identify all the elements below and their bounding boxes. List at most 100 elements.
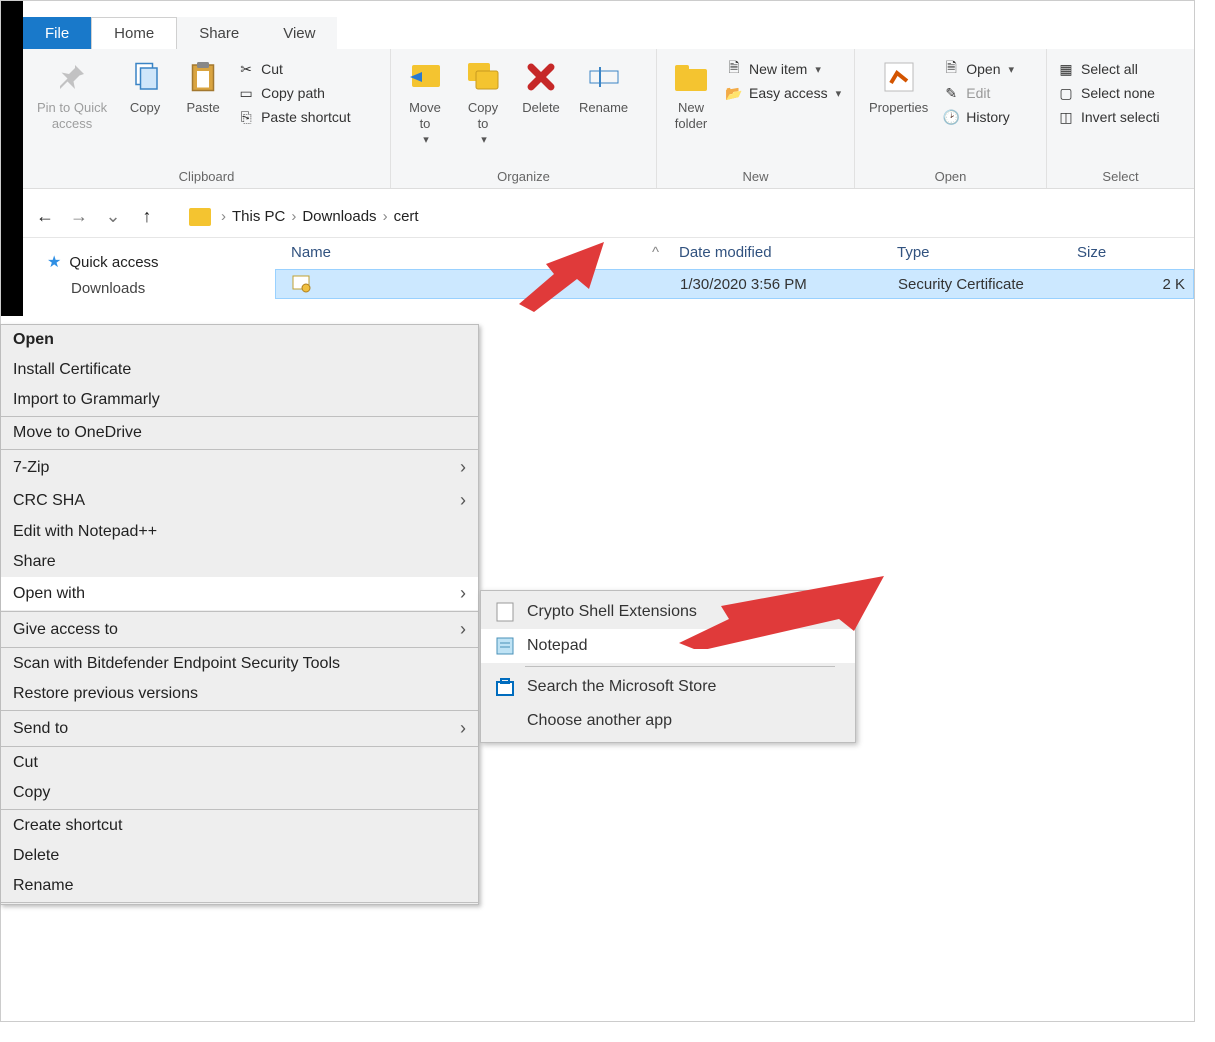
sub-notepad[interactable]: Notepad: [481, 629, 855, 663]
ctx-import-grammarly[interactable]: Import to Grammarly: [1, 385, 478, 415]
star-icon: ★: [47, 252, 61, 272]
certificate-icon: [292, 274, 312, 294]
open-icon: 🗎: [942, 60, 960, 78]
file-icon: [495, 602, 515, 622]
sub-crypto-shell[interactable]: Crypto Shell Extensions: [481, 595, 855, 629]
ctx-restore-versions[interactable]: Restore previous versions: [1, 679, 478, 709]
ribbon: Pin to Quick access Copy Paste ✂Cut: [23, 49, 1194, 189]
ctx-7zip[interactable]: 7-Zip›: [1, 451, 478, 484]
ctx-copy[interactable]: Copy: [1, 778, 478, 808]
chevron-right-icon: ›: [460, 718, 466, 739]
ctx-open[interactable]: Open: [1, 325, 478, 355]
ctx-delete[interactable]: Delete: [1, 841, 478, 871]
nav-up-button[interactable]: ↑: [135, 205, 159, 229]
ctx-install-certificate[interactable]: Install Certificate: [1, 355, 478, 385]
file-type: Security Certificate: [898, 276, 1078, 293]
ctx-share[interactable]: Share: [1, 547, 478, 577]
col-date[interactable]: Date modified: [679, 244, 897, 261]
new-folder-icon: [671, 57, 711, 97]
file-size: 2 K: [1078, 276, 1193, 293]
notepad-icon: [495, 636, 515, 656]
left-dark-strip: [1, 1, 23, 316]
col-type[interactable]: Type: [897, 244, 1077, 261]
group-label-open: Open: [863, 169, 1038, 184]
copy-to-icon: [463, 57, 503, 97]
copy-button[interactable]: Copy: [119, 55, 171, 118]
delete-icon: [521, 57, 561, 97]
ctx-cut[interactable]: Cut: [1, 748, 478, 778]
paste-shortcut-button[interactable]: ⎘Paste shortcut: [235, 107, 353, 127]
paste-button[interactable]: Paste: [177, 55, 229, 118]
sub-choose-another[interactable]: Choose another app: [481, 704, 855, 738]
move-to-icon: [405, 57, 445, 97]
ctx-move-onedrive[interactable]: Move to OneDrive: [1, 418, 478, 448]
ctx-send-to[interactable]: Send to›: [1, 712, 478, 745]
ctx-edit-notepadpp[interactable]: Edit with Notepad++: [1, 517, 478, 547]
invert-icon: ◫: [1057, 108, 1075, 126]
ribbon-tabs: File Home Share View: [23, 17, 337, 49]
ctx-give-access-to[interactable]: Give access to›: [1, 613, 478, 646]
select-none-icon: ▢: [1057, 84, 1075, 102]
select-none-button[interactable]: ▢Select none: [1055, 83, 1162, 103]
history-button[interactable]: 🕑History: [940, 107, 1016, 127]
open-button[interactable]: 🗎Open: [940, 59, 1016, 79]
pin-quick-access-button[interactable]: Pin to Quick access: [31, 55, 113, 133]
nav-forward-button[interactable]: →: [67, 205, 91, 229]
tab-share[interactable]: Share: [177, 17, 261, 49]
tab-file[interactable]: File: [23, 17, 91, 49]
new-folder-button[interactable]: New folder: [665, 55, 717, 133]
nav-quick-access[interactable]: ★Quick access: [27, 248, 271, 276]
new-item-icon: 🗎: [725, 60, 743, 78]
properties-icon: [879, 57, 919, 97]
ctx-open-with[interactable]: Open with›: [1, 577, 478, 610]
copy-icon: [125, 57, 165, 97]
breadcrumb[interactable]: › This PC › Downloads › cert: [221, 208, 419, 225]
edit-button[interactable]: ✎Edit: [940, 83, 1016, 103]
chevron-right-icon: ›: [460, 490, 466, 511]
sub-microsoft-store[interactable]: Search the Microsoft Store: [481, 670, 855, 704]
nav-recent-button[interactable]: ⌄: [101, 205, 125, 229]
col-size[interactable]: Size: [1077, 244, 1194, 261]
nav-back-button[interactable]: ←: [33, 205, 57, 229]
folder-icon: [189, 208, 211, 226]
column-headers: Name^ Date modified Type Size: [275, 238, 1194, 269]
pin-icon: [52, 57, 92, 97]
crumb-this-pc[interactable]: This PC: [232, 208, 285, 225]
paste-icon: [183, 57, 223, 97]
chevron-right-icon: ›: [460, 619, 466, 640]
rename-button[interactable]: Rename: [573, 55, 634, 118]
new-item-button[interactable]: 🗎New item: [723, 59, 843, 79]
ctx-create-shortcut[interactable]: Create shortcut: [1, 811, 478, 841]
easy-access-button[interactable]: 📂Easy access: [723, 83, 843, 103]
crumb-cert[interactable]: cert: [394, 208, 419, 225]
store-icon: [495, 677, 515, 697]
crumb-downloads[interactable]: Downloads: [302, 208, 376, 225]
file-row[interactable]: 1/30/2020 3:56 PM Security Certificate 2…: [275, 269, 1194, 299]
copy-to-button[interactable]: Copy to: [457, 55, 509, 149]
group-label-new: New: [665, 169, 846, 184]
copy-path-button[interactable]: ▭Copy path: [235, 83, 353, 103]
move-to-button[interactable]: Move to: [399, 55, 451, 149]
file-date: 1/30/2020 3:56 PM: [680, 276, 898, 293]
delete-button[interactable]: Delete: [515, 55, 567, 118]
nav-downloads[interactable]: Downloads: [27, 276, 271, 301]
tab-home[interactable]: Home: [91, 17, 177, 49]
invert-selection-button[interactable]: ◫Invert selecti: [1055, 107, 1162, 127]
cut-button[interactable]: ✂Cut: [235, 59, 353, 79]
chevron-right-icon: ›: [460, 457, 466, 478]
scissors-icon: ✂: [237, 60, 255, 78]
context-menu: Open Install Certificate Import to Gramm…: [0, 324, 479, 905]
chevron-right-icon: ›: [460, 583, 466, 604]
path-icon: ▭: [237, 84, 255, 102]
shortcut-icon: ⎘: [237, 108, 255, 126]
select-all-icon: ▦: [1057, 60, 1075, 78]
ctx-crc-sha[interactable]: CRC SHA›: [1, 484, 478, 517]
select-all-button[interactable]: ▦Select all: [1055, 59, 1162, 79]
ctx-rename[interactable]: Rename: [1, 871, 478, 901]
properties-button[interactable]: Properties: [863, 55, 934, 118]
history-icon: 🕑: [942, 108, 960, 126]
ctx-scan-bitdefender[interactable]: Scan with Bitdefender Endpoint Security …: [1, 649, 478, 679]
group-label-organize: Organize: [399, 169, 648, 184]
tab-view[interactable]: View: [261, 17, 337, 49]
col-name[interactable]: Name^: [291, 244, 679, 261]
